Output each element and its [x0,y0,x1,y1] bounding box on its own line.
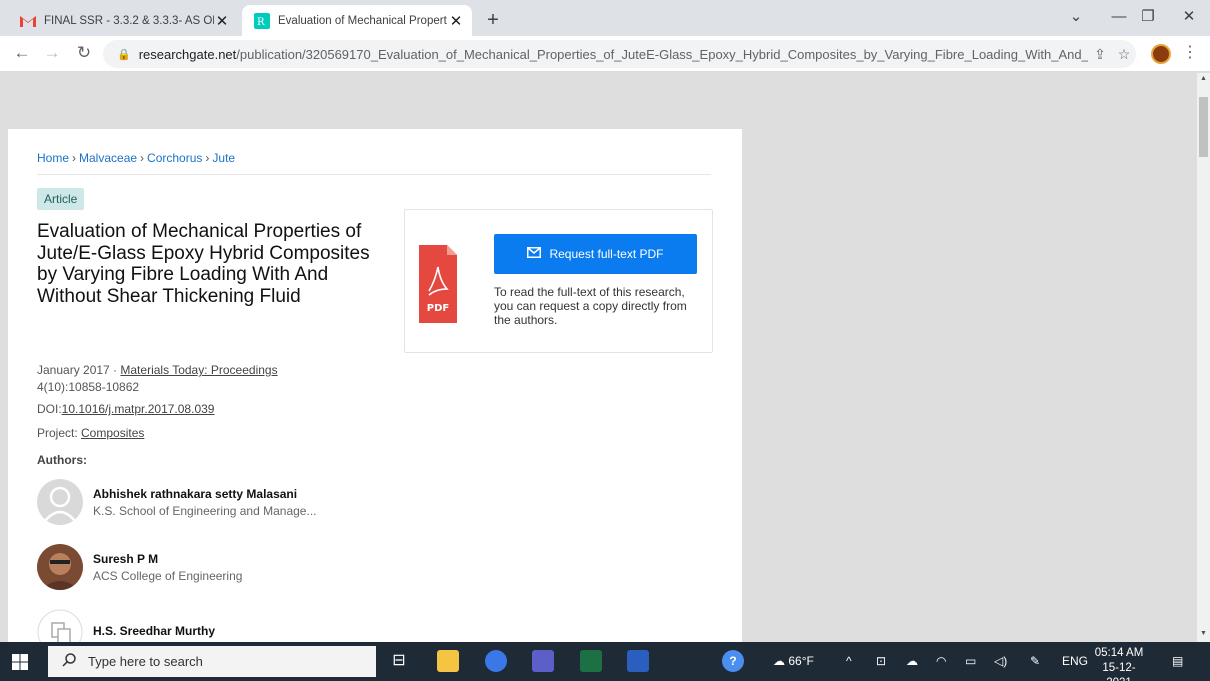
author-name[interactable]: Abhishek rathnakara setty Malasani [93,487,316,501]
breadcrumb: Home › Malvaceae › Corchorus › Jute [37,151,235,165]
clock[interactable]: 05:14 AM 15-12-2021 [1091,646,1147,681]
close-tab-icon[interactable]: ✕ [214,12,230,30]
bookmark-star-icon[interactable]: ☆ [1112,46,1136,63]
weather-temp: 66°F [788,654,814,668]
onedrive-icon[interactable]: ☁ [906,654,918,668]
scroll-up-icon[interactable]: ▲ [1197,75,1210,82]
address-bar[interactable]: 🔒 researchgate.net/publication/320569170… [103,40,1136,68]
article-badge: Article [37,188,85,210]
avatar [37,609,83,642]
divider [37,174,711,175]
windows-start-icon[interactable] [12,654,28,670]
search-placeholder: Type here to search [88,654,203,669]
teams-icon[interactable] [532,650,554,672]
project: Project: Composites [37,426,144,440]
browser-toolbar: ← → ↻ 🔒 researchgate.net/publication/320… [0,36,1210,72]
chevron-right-icon: › [205,151,210,165]
cloud-icon: ☁ [773,654,785,668]
minimize-button[interactable]: — [1106,6,1132,30]
reload-icon[interactable]: ↻ [72,42,96,66]
wifi-icon[interactable]: ◠ [936,654,946,668]
chevron-right-icon: › [72,151,77,165]
authors-heading: Authors: [37,453,87,467]
request-fulltext-box: PDF Request full-text PDF To read the fu… [404,209,713,353]
tab-gmail[interactable]: FINAL SSR - 3.3.2 & 3.3.3- AS ON ✕ [8,5,238,36]
tab-strip: FINAL SSR - 3.3.2 & 3.3.3- AS ON ✕ R Eva… [0,0,1210,36]
tab-title: Evaluation of Mechanical Propert [278,14,447,27]
share-icon[interactable]: ⇪ [1088,46,1112,63]
publication-card: Home › Malvaceae › Corchorus › Jute Arti… [8,129,742,642]
windows-taskbar: Type here to search ⊟ ? ☁ 66°F ^ ⊡ ☁ ◠ ▭… [0,642,1210,681]
gmail-icon [20,13,36,29]
chrome-icon[interactable] [485,650,507,672]
request-fulltext-button[interactable]: Request full-text PDF [494,234,697,274]
volume: 4(10):10858-10862 [37,380,140,394]
doi-link[interactable]: 10.1016/j.matpr.2017.08.039 [62,402,215,416]
researchgate-icon: R [254,12,270,29]
doi: DOI:10.1016/j.matpr.2017.08.039 [37,402,214,416]
pen-icon[interactable]: ✎ [1030,654,1040,668]
author-name[interactable]: H.S. Sreedhar Murthy [93,624,215,638]
taskbar-search[interactable]: Type here to search [48,646,376,677]
pdf-file-icon: PDF [419,245,457,323]
notification-icon[interactable]: ▤ [1172,654,1183,668]
back-icon[interactable]: ← [10,42,34,66]
profile-avatar[interactable] [1151,44,1171,64]
author-affiliation: ACS College of Engineering [93,568,243,583]
doi-label: DOI: [37,402,62,416]
journal-link[interactable]: Materials Today: Proceedings [120,363,277,377]
url-text[interactable]: researchgate.net/publication/320569170_E… [139,47,1088,62]
page-viewport: Home › Malvaceae › Corchorus › Jute Arti… [0,73,1197,642]
help-icon[interactable]: ? [722,650,744,672]
clock-time: 05:14 AM [1094,647,1144,659]
task-view-icon[interactable]: ⊟ [388,650,410,672]
tab-search-icon[interactable]: ⌄ [1063,6,1089,30]
clock-date: 15-12-2021 [1102,662,1136,681]
close-tab-icon[interactable]: ✕ [448,12,464,30]
breadcrumb-home[interactable]: Home [37,151,69,165]
lock-icon: 🔒 [117,48,131,61]
page-title: Evaluation of Mechanical Properties of J… [37,221,370,307]
close-window-button[interactable]: ✕ [1176,6,1202,30]
author-affiliation: K.S. School of Engineering and Manage... [93,503,317,518]
meet-now-icon[interactable]: ⊡ [876,654,886,668]
weather-widget[interactable]: ☁ 66°F [773,654,814,668]
avatar [37,544,83,590]
author-item[interactable]: Abhishek rathnakara setty Malasani K.S. … [37,479,316,525]
show-hidden-icons[interactable]: ^ [846,654,852,668]
project-label: Project: [37,426,82,440]
scrollbar-thumb[interactable] [1199,97,1208,157]
author-name[interactable]: Suresh P M [93,552,242,566]
author-item[interactable]: Suresh P M ACS College of Engineering [37,544,242,590]
breadcrumb-corchorus[interactable]: Corchorus [147,151,202,165]
publication-date: January 2017 · [37,363,121,377]
battery-icon[interactable]: ▭ [965,654,976,668]
new-tab-button[interactable]: + [481,9,505,33]
excel-icon[interactable] [580,650,602,672]
forward-icon[interactable]: → [40,42,64,66]
avatar [37,479,83,525]
page-scrollbar[interactable]: ▲ ▼ [1197,73,1210,642]
word-icon[interactable] [627,650,649,672]
tab-researchgate[interactable]: R Evaluation of Mechanical Propert ✕ [242,5,472,36]
restore-button[interactable]: ❐ [1135,6,1161,30]
envelope-icon [527,247,542,261]
file-explorer-icon[interactable] [437,650,459,672]
request-description: To read the full-text of this research, … [494,285,687,327]
chevron-right-icon: › [140,151,145,165]
svg-text:R: R [257,17,265,28]
search-icon [62,653,76,670]
breadcrumb-jute[interactable]: Jute [212,151,235,165]
menu-icon[interactable]: ⋮ [1180,42,1200,66]
request-button-label: Request full-text PDF [549,247,664,261]
breadcrumb-malvaceae[interactable]: Malvaceae [79,151,137,165]
publication-date-journal: January 2017 · Materials Today: Proceedi… [37,363,278,377]
volume-icon[interactable]: ◁) [994,654,1007,668]
tab-title: FINAL SSR - 3.3.2 & 3.3.3- AS ON [44,14,214,27]
project-link[interactable]: Composites [81,426,144,440]
language-indicator[interactable]: ENG [1062,654,1088,668]
svg-text:PDF: PDF [427,303,449,314]
scroll-down-icon[interactable]: ▼ [1197,630,1210,637]
author-item[interactable]: H.S. Sreedhar Murthy [37,609,215,642]
